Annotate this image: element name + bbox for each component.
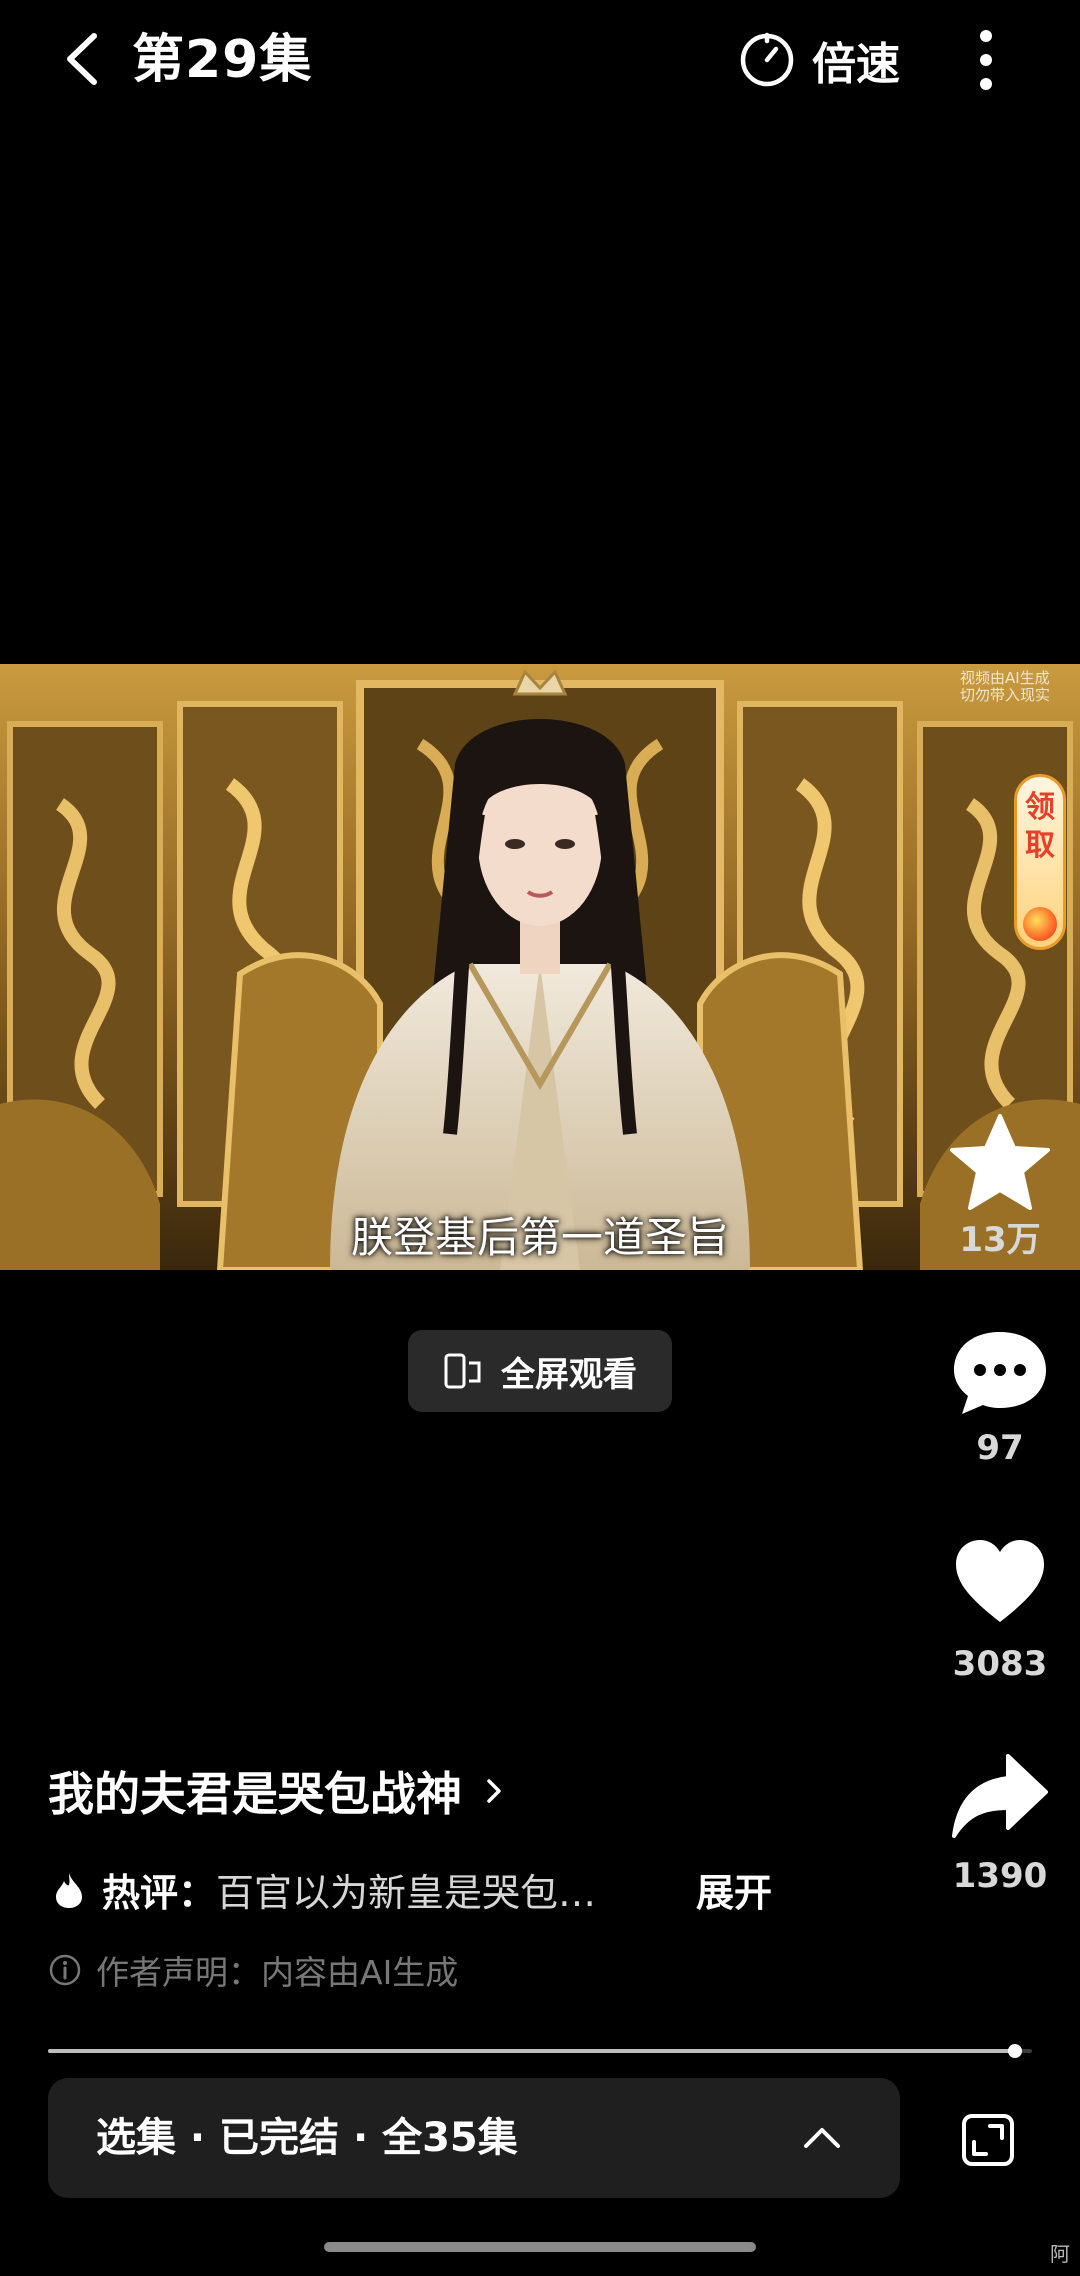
like-button[interactable]: 3083	[940, 1538, 1060, 1684]
expand-button[interactable]: 展开	[696, 1862, 772, 1917]
reward-claim-button[interactable]: 领取	[1014, 774, 1066, 950]
fire-icon	[56, 1872, 82, 1908]
corner-mark: 阿	[1050, 2242, 1070, 2266]
hot-comment[interactable]: 热评： 百官以为新皇是哭包…	[52, 1862, 596, 1917]
collect-count: 13万	[959, 1220, 1041, 1260]
disclaimer-text: 作者声明：内容由AI生成	[96, 1953, 459, 1992]
fullscreen-label: 全屏观看	[501, 1354, 637, 1395]
top-bar: 第29集 倍速	[0, 0, 1080, 120]
progress-thumb[interactable]	[1008, 2044, 1023, 2058]
reward-label: 领取	[1025, 790, 1055, 863]
comment-button[interactable]: 97	[940, 1326, 1060, 1468]
more-vertical-icon	[980, 30, 992, 90]
video-subtitle: 朕登基后第一道圣旨	[350, 1213, 729, 1262]
watermark-line: 切勿带入现实	[960, 686, 1051, 704]
share-button[interactable]: 1390	[940, 1752, 1060, 1896]
red-envelope-icon	[1023, 907, 1057, 941]
playback-speed-button[interactable]: 倍速	[738, 30, 900, 90]
comment-bubble-icon	[954, 1332, 1046, 1414]
chevron-right-icon	[487, 1779, 501, 1803]
home-indicator[interactable]	[324, 2242, 756, 2252]
share-arrow-icon	[952, 1754, 1048, 1838]
video-player[interactable]: 视频由AI生成 切勿带入现实 领取 朕登基后第一道圣旨	[0, 664, 1080, 1270]
hot-comment-text: 百官以为新皇是哭包…	[216, 1871, 597, 1915]
back-button[interactable]	[52, 24, 122, 94]
comment-count: 97	[976, 1428, 1024, 1468]
episode-selector-label: 选集 · 已完结 · 全35集	[96, 2115, 518, 2161]
chevron-up-icon	[804, 2128, 840, 2148]
collect-button[interactable]: 13万	[940, 1112, 1060, 1261]
heart-icon	[956, 1540, 1044, 1622]
share-count: 1390	[952, 1856, 1048, 1896]
author-disclaimer: 作者声明：内容由AI生成	[48, 1946, 458, 1994]
video-frame-image	[0, 664, 1080, 1270]
drama-title-link[interactable]: 我的夫君是哭包战神	[48, 1758, 508, 1824]
hot-comment-label: 热评：	[102, 1871, 217, 1915]
episode-title: 第29集	[132, 30, 313, 90]
timer-icon	[740, 32, 794, 87]
like-count: 3083	[952, 1644, 1048, 1684]
rotate-screen-icon	[444, 1353, 481, 1389]
video-progress-bar[interactable]	[48, 2044, 1032, 2058]
ai-generated-watermark: 视频由AI生成 切勿带入现实	[960, 670, 1070, 704]
watermark-line: 视频由AI生成	[960, 669, 1050, 687]
star-icon	[950, 1114, 1050, 1210]
progress-fill	[48, 2049, 1016, 2053]
speed-label: 倍速	[812, 39, 900, 90]
chevron-left-icon	[67, 33, 97, 85]
info-icon	[49, 1954, 81, 1986]
drama-title: 我的夫君是哭包战神	[48, 1767, 462, 1821]
picture-in-picture-icon	[962, 2114, 1014, 2166]
fullscreen-button[interactable]: 全屏观看	[408, 1330, 672, 1412]
mini-window-button[interactable]	[960, 2112, 1016, 2168]
episode-selector[interactable]: 选集 · 已完结 · 全35集	[48, 2078, 900, 2198]
more-options-button[interactable]	[962, 24, 1010, 96]
